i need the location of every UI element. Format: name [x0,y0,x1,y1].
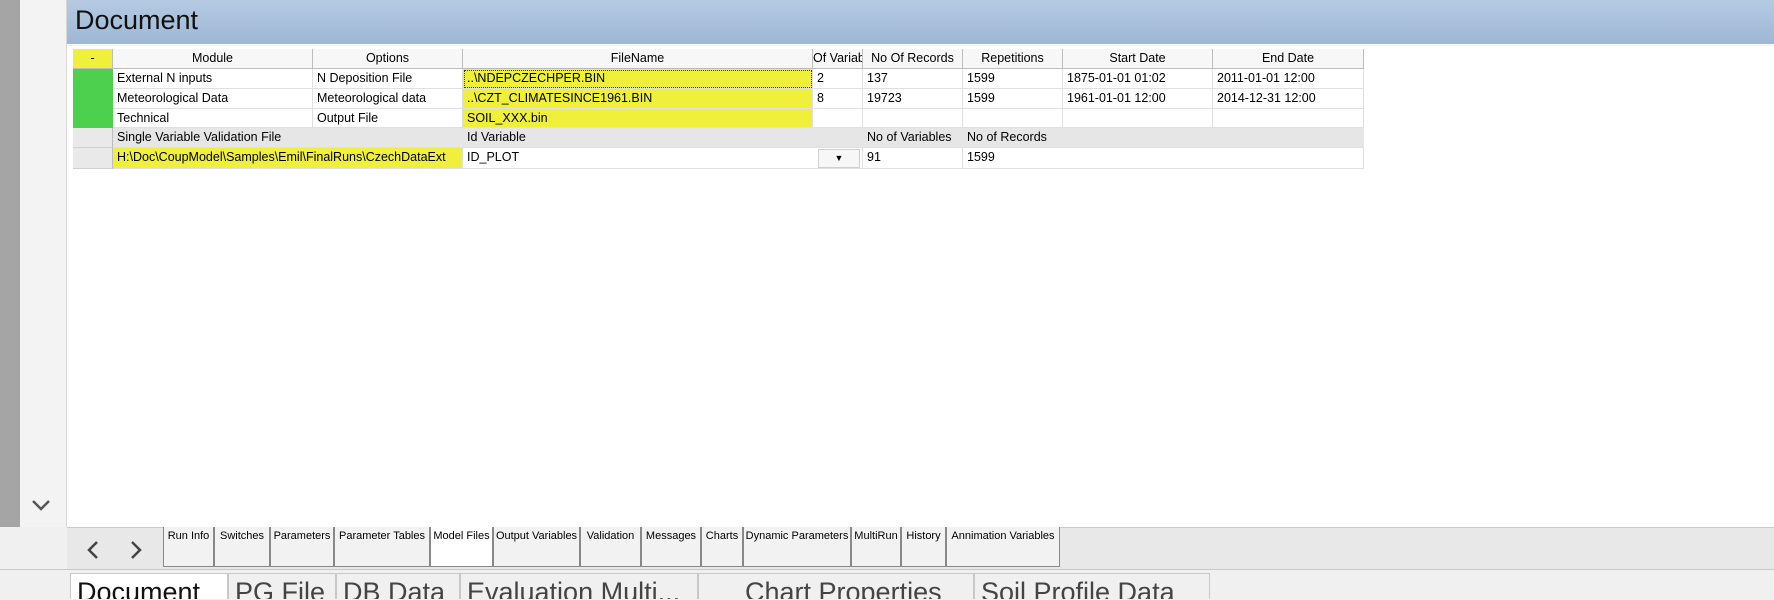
model-files-grid: - Module Options FileName Of Variab No O… [73,49,1364,170]
doc-tab-document[interactable]: Document [70,573,228,599]
table-cell-filename[interactable]: ..\CZT_CLIMATESINCE1961.BIN [463,89,813,109]
tab-parameter-tables[interactable]: Parameter Tables [334,527,430,567]
table-cell-repetitions[interactable]: 1599 [963,69,1063,89]
doc-tab-evaluation-multi[interactable]: Evaluation Multi... [460,573,698,599]
num-variables-label: No of Variables [863,128,963,148]
table-cell-module[interactable]: External N inputs [113,69,313,89]
tab-dynamic-parameters[interactable]: Dynamic Parameters [743,527,851,567]
column-header-repetitions[interactable]: Repetitions [963,49,1063,69]
tab-model-files[interactable]: Model Files [430,527,493,567]
chevron-down-icon[interactable] [28,490,54,520]
row-header[interactable] [73,128,113,148]
table-cell-filename[interactable]: SOIL_XXX.bin [463,109,813,128]
table-cell-repetitions[interactable]: 1599 [963,89,1063,109]
table-cell-filename[interactable]: ..\NDEPCZECHPER.BIN [463,69,813,89]
caret-down-icon[interactable]: ▼ [818,149,860,168]
column-header-num-records[interactable]: No Of Records [863,49,963,69]
column-header-num-variables[interactable]: Of Variab [813,49,863,69]
tab-animation-variables[interactable]: Annimation Variables [946,527,1060,567]
table-cell-start-date[interactable]: 1961-01-01 12:00 [1063,89,1213,109]
table-cell-num-variables[interactable]: 2 [813,69,863,89]
tab-messages[interactable]: Messages [641,527,701,567]
table-cell-num-variables[interactable] [813,109,863,128]
table-cell-num-variables[interactable]: 8 [813,89,863,109]
tab-parameters[interactable]: Parameters [270,527,334,567]
column-header-module[interactable]: Module [113,49,313,69]
id-variable-select[interactable]: ID_PLOT ▼ [463,148,863,169]
id-variable-label: Id Variable [463,128,863,148]
num-variables-value[interactable]: 91 [863,148,963,169]
validation-file-label: Single Variable Validation File [113,128,463,148]
table-cell-end-date[interactable]: 2011-01-01 12:00 [1213,69,1364,89]
id-variable-value: ID_PLOT [467,150,520,164]
table-cell-start-date[interactable]: 1875-01-01 01:02 [1063,69,1213,89]
table-cell-options[interactable]: Meteorological data [313,89,463,109]
table-cell-num-records[interactable] [863,109,963,128]
num-records-label: No of Records [963,128,1364,148]
table-cell-module[interactable]: Meteorological Data [113,89,313,109]
validation-file-path[interactable]: H:\Doc\CoupModel\Samples\Emil\FinalRuns\… [113,148,463,169]
table-cell-num-records[interactable]: 19723 [863,89,963,109]
tab-validation[interactable]: Validation [580,527,641,567]
doc-tab-db-data[interactable]: DB Data [336,573,460,599]
table-cell-end-date[interactable] [1213,109,1364,128]
doc-tab-soil-profile-data[interactable]: Soil Profile Data [974,573,1210,599]
tab-run-info[interactable]: Run Info [163,527,214,567]
left-panel [20,0,67,527]
table-cell-repetitions[interactable] [963,109,1063,128]
grid-corner[interactable]: - [73,49,113,69]
column-header-end-date[interactable]: End Date [1213,49,1364,69]
chevron-right-icon[interactable] [125,538,147,562]
row-header[interactable] [73,148,113,169]
table-cell-options[interactable]: N Deposition File [313,69,463,89]
tab-output-variables[interactable]: Output Variables [493,527,580,567]
table-cell-num-records[interactable]: 137 [863,69,963,89]
tab-charts[interactable]: Charts [701,527,743,567]
document-header [67,0,1774,45]
left-scrollbar-track[interactable] [0,0,20,527]
column-header-filename[interactable]: FileName [463,49,813,69]
column-header-options[interactable]: Options [313,49,463,69]
table-cell-end-date[interactable]: 2014-12-31 12:00 [1213,89,1364,109]
num-records-value[interactable]: 1599 [963,148,1364,169]
table-cell-start-date[interactable] [1063,109,1213,128]
tab-switches[interactable]: Switches [214,527,270,567]
doc-tab-chart-properties[interactable]: Chart Properties [698,573,974,599]
table-cell-module[interactable]: Technical [113,109,313,128]
tab-history[interactable]: History [901,527,946,567]
chevron-left-icon[interactable] [82,538,104,562]
row-status-indicator [73,69,113,128]
table-cell-options[interactable]: Output File [313,109,463,128]
page-title: Document [75,5,199,35]
column-header-start-date[interactable]: Start Date [1063,49,1213,69]
tab-multirun[interactable]: MultiRun [851,527,901,567]
doc-tab-pg-file[interactable]: PG File [228,573,336,599]
